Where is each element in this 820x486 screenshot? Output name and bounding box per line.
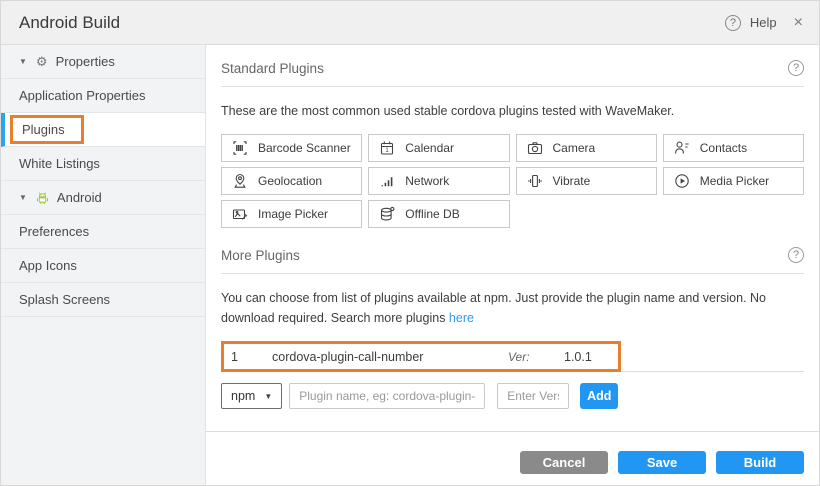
search-plugins-link[interactable]: here: [449, 311, 474, 325]
plugin-label: Barcode Scanner: [258, 141, 351, 155]
image-picker-icon: [232, 206, 248, 222]
android-icon: [36, 191, 49, 205]
sidebar-group-label: Android: [57, 190, 102, 205]
more-plugins-header: More Plugins ?: [221, 245, 804, 274]
plugin-button-contacts[interactable]: Contacts: [663, 134, 804, 162]
plugin-button-network[interactable]: Network: [368, 167, 509, 195]
plugin-row-version-label: Ver:: [508, 350, 564, 364]
plugin-label: Contacts: [700, 141, 747, 155]
plugin-button-camera[interactable]: Camera: [516, 134, 657, 162]
sidebar-item-label: Splash Screens: [19, 292, 110, 307]
geolocation-icon: [232, 173, 248, 189]
section-title: More Plugins: [221, 248, 300, 263]
sidebar: ▼ ⚙ Properties Application Properties Pl…: [1, 45, 206, 485]
sidebar-item-label: Plugins: [22, 122, 65, 137]
plugin-row-index: 1: [224, 350, 272, 364]
section-help-icon[interactable]: ?: [788, 247, 804, 263]
plugin-button-image-picker[interactable]: Image Picker: [221, 200, 362, 228]
chevron-down-icon: ▼: [264, 392, 272, 401]
section-help-icon[interactable]: ?: [788, 60, 804, 76]
add-plugin-form: npm ▼ Add: [221, 383, 804, 409]
gear-icon: ⚙: [36, 54, 48, 70]
sidebar-item-label: Application Properties: [19, 88, 145, 103]
plugin-button-calendar[interactable]: 1 Calendar: [368, 134, 509, 162]
plugin-label: Calendar: [405, 141, 454, 155]
sidebar-item-plugins[interactable]: Plugins: [1, 113, 205, 147]
plugin-label: Media Picker: [700, 174, 769, 188]
plugin-button-media-picker[interactable]: Media Picker: [663, 167, 804, 195]
annotation-highlight-plugins: Plugins: [10, 115, 84, 144]
help-link[interactable]: Help: [750, 15, 777, 30]
android-build-dialog: Android Build ? Help × ▼ ⚙ Properties Ap…: [0, 0, 820, 486]
plugin-label: Offline DB: [405, 207, 459, 221]
camera-icon: [527, 140, 543, 156]
plugin-button-barcode-scanner[interactable]: Barcode Scanner: [221, 134, 362, 162]
calendar-icon: 1: [379, 140, 395, 156]
sidebar-item-label: App Icons: [19, 258, 77, 273]
annotation-highlight-plugin-row: 1 cordova-plugin-call-number Ver: 1.0.1: [221, 341, 621, 372]
sidebar-item-label: White Listings: [19, 156, 100, 171]
more-plugins-description: You can choose from list of plugins avai…: [221, 289, 804, 328]
sidebar-group-properties[interactable]: ▼ ⚙ Properties: [1, 45, 205, 79]
cancel-button[interactable]: Cancel: [520, 451, 608, 474]
sidebar-group-android[interactable]: ▼ Android: [1, 181, 205, 215]
help-icon[interactable]: ?: [725, 15, 741, 31]
network-icon: [379, 173, 395, 189]
chevron-down-icon: ▼: [19, 57, 27, 66]
plugin-button-geolocation[interactable]: Geolocation: [221, 167, 362, 195]
plugin-source-select[interactable]: npm ▼: [221, 383, 282, 409]
section-title: Standard Plugins: [221, 61, 324, 76]
contacts-icon: [674, 140, 690, 156]
sidebar-item-label: Preferences: [19, 224, 89, 239]
sidebar-item-white-listings[interactable]: White Listings: [1, 147, 205, 181]
plugin-row-version: 1.0.1: [564, 350, 618, 364]
sidebar-item-app-icons[interactable]: App Icons: [1, 249, 205, 283]
plugin-button-offline-db[interactable]: Offline DB: [368, 200, 509, 228]
sidebar-item-preferences[interactable]: Preferences: [1, 215, 205, 249]
plugin-name-input[interactable]: [289, 383, 485, 409]
plugin-label: Camera: [553, 141, 596, 155]
build-button[interactable]: Build: [716, 451, 804, 474]
save-button[interactable]: Save: [618, 451, 706, 474]
add-plugin-button[interactable]: Add: [580, 383, 618, 409]
svg-text:1: 1: [386, 148, 390, 154]
plugin-source-value: npm: [231, 389, 255, 403]
sidebar-group-label: Properties: [56, 54, 115, 69]
dialog-title: Android Build: [19, 13, 120, 33]
added-plugin-row: 1 cordova-plugin-call-number Ver: 1.0.1: [221, 341, 804, 372]
chevron-down-icon: ▼: [19, 193, 27, 202]
plugin-label: Geolocation: [258, 174, 322, 188]
plugin-row-name: cordova-plugin-call-number: [272, 350, 508, 364]
close-icon[interactable]: ×: [794, 14, 803, 32]
standard-plugins-description: These are the most common used stable co…: [221, 102, 804, 121]
offline-db-icon: [379, 206, 395, 222]
plugin-version-input[interactable]: [497, 383, 569, 409]
main-content: Standard Plugins ? These are the most co…: [206, 45, 819, 485]
plugin-label: Network: [405, 174, 449, 188]
sidebar-item-application-properties[interactable]: Application Properties: [1, 79, 205, 113]
vibrate-icon: [527, 173, 543, 189]
standard-plugins-header: Standard Plugins ?: [221, 58, 804, 87]
description-text: You can choose from list of plugins avai…: [221, 291, 766, 324]
plugin-button-vibrate[interactable]: Vibrate: [516, 167, 657, 195]
dialog-header: Android Build ? Help ×: [1, 1, 819, 45]
barcode-scanner-icon: [232, 140, 248, 156]
plugin-label: Vibrate: [553, 174, 591, 188]
standard-plugins-grid: Barcode Scanner 1 Calendar: [221, 134, 804, 228]
footer: Cancel Save Build: [206, 431, 819, 474]
sidebar-item-splash-screens[interactable]: Splash Screens: [1, 283, 205, 317]
plugin-label: Image Picker: [258, 207, 328, 221]
media-picker-icon: [674, 173, 690, 189]
